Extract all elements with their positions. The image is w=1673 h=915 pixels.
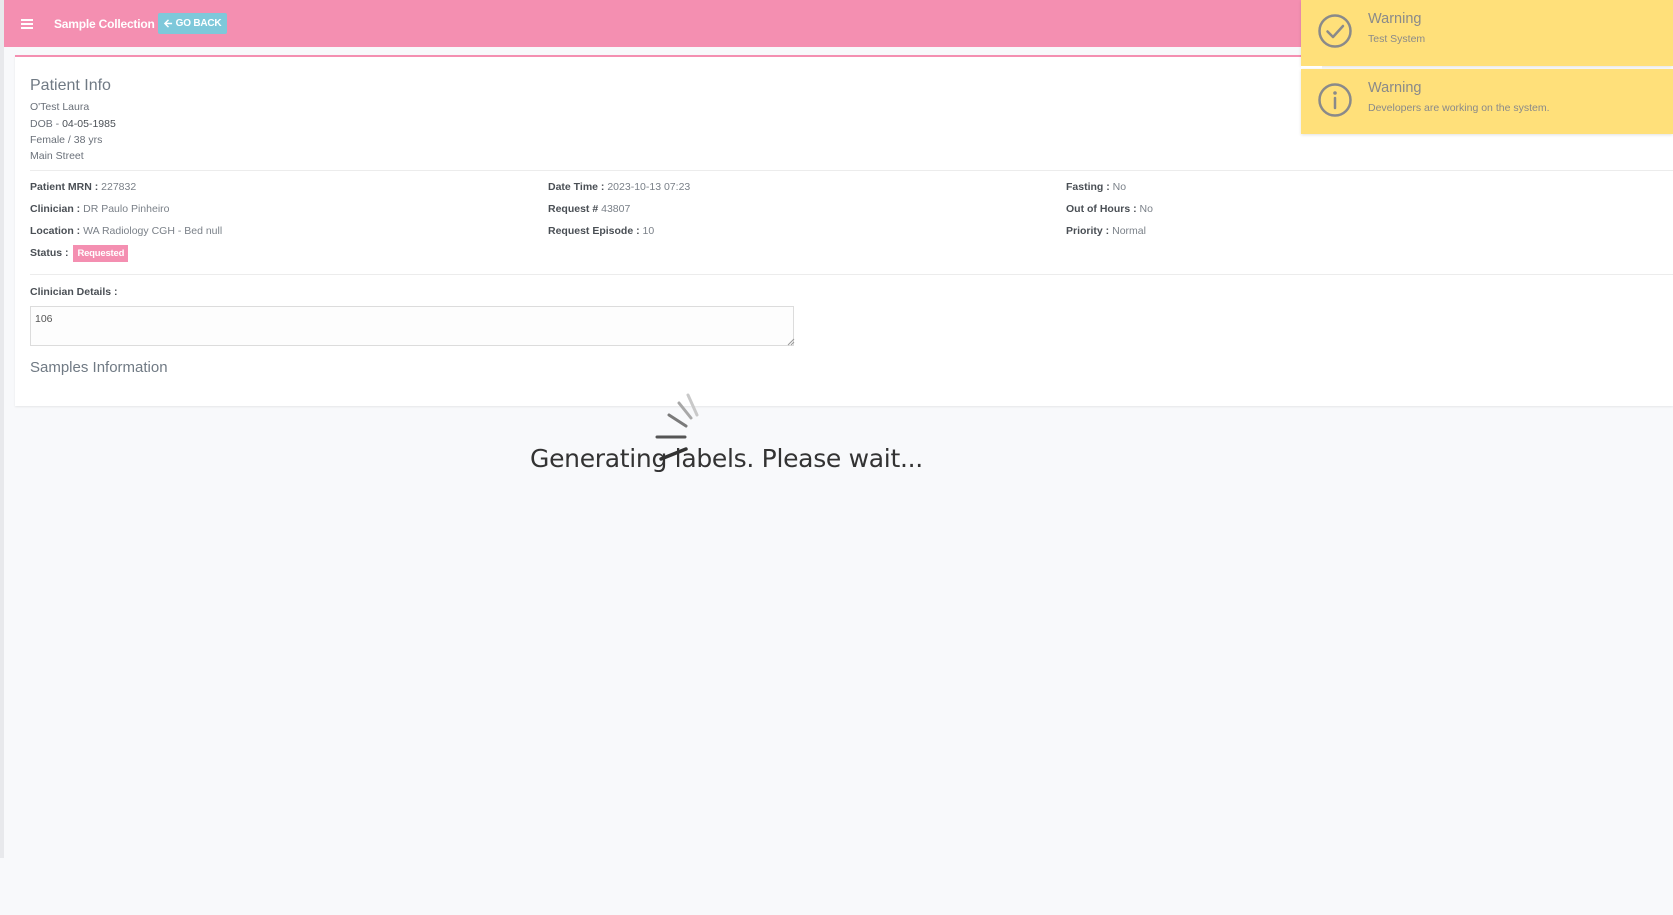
- field-label: Out of Hours :: [1066, 203, 1137, 215]
- toast-warning[interactable]: Warning Developers are working on the sy…: [1301, 69, 1673, 134]
- fasting: Fasting : No: [1066, 181, 1126, 193]
- divider: [30, 170, 1673, 171]
- out-of-hours: Out of Hours : No: [1066, 203, 1153, 215]
- clinician-details-label: Clinician Details :: [30, 286, 118, 298]
- hamburger-icon[interactable]: [21, 17, 33, 31]
- field-value: 2023-10-13 07:23: [604, 181, 691, 193]
- field-label: Clinician :: [30, 203, 81, 215]
- patient-sex-age: Female / 38 yrs: [30, 134, 103, 146]
- resize-handle-icon[interactable]: [787, 338, 795, 346]
- patient-mrn: Patient MRN : 227832: [30, 181, 136, 193]
- toast-message: Developers are working on the system.: [1368, 102, 1550, 114]
- dob-value: 04-05-1985: [62, 118, 116, 130]
- patient-dob: DOB - 04-05-1985: [30, 118, 116, 130]
- patient-address: Main Street: [30, 150, 84, 162]
- loading-message: Generating labels. Please wait...: [530, 444, 923, 473]
- request-number: Request # 43807: [548, 203, 630, 215]
- toast-title: Warning: [1368, 80, 1422, 96]
- field-value: 227832: [98, 181, 137, 193]
- field-label: Priority :: [1066, 225, 1110, 237]
- left-edge: [0, 0, 4, 858]
- field-value: WA Radiology CGH - Bed null: [80, 225, 223, 237]
- field-label: Fasting :: [1066, 181, 1110, 193]
- samples-info-heading: Samples Information: [30, 359, 168, 376]
- clinician: Clinician : DR Paulo Pinheiro: [30, 203, 169, 215]
- field-label: Request Episode :: [548, 225, 640, 237]
- arrow-left-icon: [163, 19, 172, 28]
- request-episode: Request Episode : 10: [548, 225, 654, 237]
- dob-label: DOB -: [30, 118, 63, 130]
- field-label: Request #: [548, 203, 599, 215]
- check-circle-icon: [1318, 14, 1352, 48]
- page-title: Sample Collection: [54, 16, 155, 31]
- date-time: Date Time : 2023-10-13 07:23: [548, 181, 690, 193]
- field-value: 10: [639, 225, 655, 237]
- patient-info-heading: Patient Info: [30, 77, 111, 94]
- toast-message: Test System: [1368, 33, 1426, 45]
- info-circle-icon: [1318, 83, 1352, 117]
- field-label: Patient MRN :: [30, 181, 99, 193]
- field-value: 43807: [598, 203, 631, 215]
- location: Location : WA Radiology CGH - Bed null: [30, 225, 222, 237]
- toast-warning[interactable]: Warning Test System: [1301, 0, 1673, 69]
- status-badge: Requested: [73, 245, 129, 262]
- field-value: DR Paulo Pinheiro: [80, 203, 170, 215]
- field-label: Clinician Details :: [30, 286, 118, 298]
- field-label: Date Time :: [548, 181, 605, 193]
- patient-name: O'Test Laura: [30, 101, 90, 113]
- field-value: No: [1109, 181, 1127, 193]
- priority: Priority : Normal: [1066, 225, 1146, 237]
- field-value: Normal: [1109, 225, 1146, 237]
- go-back-button[interactable]: GO BACK: [157, 13, 228, 34]
- go-back-label: GO BACK: [175, 18, 222, 29]
- field-value: No: [1136, 203, 1153, 215]
- status: Status : Requested: [30, 245, 129, 262]
- divider: [30, 274, 1673, 275]
- field-label: Location :: [30, 225, 81, 237]
- field-label: Status :: [30, 247, 69, 259]
- clinician-details-textarea[interactable]: 106: [30, 306, 794, 346]
- toast-title: Warning: [1368, 11, 1422, 27]
